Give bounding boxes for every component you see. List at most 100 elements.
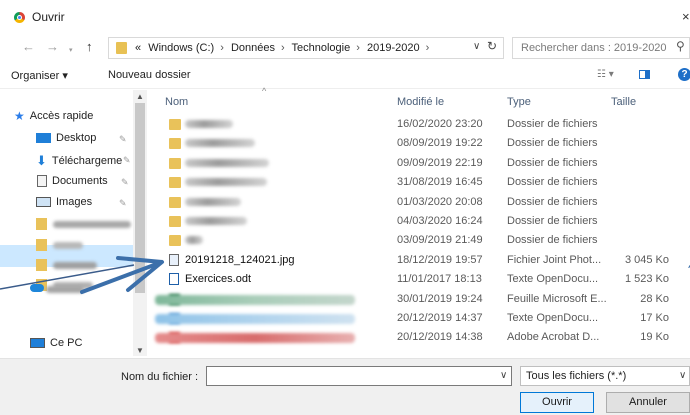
- file-type: Fichier Joint Phot...: [507, 254, 602, 266]
- sidebar-item-downloads[interactable]: ⬇ Téléchargeme: [36, 153, 122, 169]
- column-header-name[interactable]: Nom: [165, 96, 188, 108]
- chevron-right-icon[interactable]: ›: [220, 42, 224, 54]
- address-dropdown-icon[interactable]: ∨: [473, 41, 480, 52]
- file-row[interactable]: 20/12/2019 14:38 Adobe Acrobat D... 19 Ko: [155, 331, 690, 346]
- breadcrumb-item[interactable]: Technologie: [292, 42, 351, 54]
- file-date: 31/08/2019 16:45: [397, 176, 483, 188]
- image-file-icon: [169, 254, 179, 266]
- scroll-down-icon[interactable]: ▼: [136, 346, 144, 355]
- file-name: Exercices.odt: [185, 273, 252, 285]
- title-bar: [0, 0, 690, 32]
- file-type: Texte OpenDocu...: [507, 312, 599, 324]
- chrome-app-icon: [14, 12, 25, 23]
- file-row[interactable]: 04/03/2020 16:24 Dossier de fichiers: [155, 215, 690, 230]
- file-type: Dossier de fichiers: [507, 196, 598, 208]
- window-title: Ouvrir: [32, 10, 65, 24]
- column-header-modified[interactable]: Modifié le: [397, 96, 444, 108]
- column-header-size[interactable]: Taille: [611, 96, 636, 108]
- download-icon: ⬇: [36, 153, 47, 168]
- search-icon[interactable]: ⚲: [676, 39, 685, 53]
- view-options-icon[interactable]: ☷ ▾: [597, 69, 614, 80]
- cancel-button[interactable]: Annuler: [606, 392, 690, 413]
- toolbar: [0, 62, 690, 89]
- file-size: 28 Ko: [640, 293, 669, 305]
- file-date: 16/02/2020 23:20: [397, 118, 483, 130]
- breadcrumb-item[interactable]: Données: [231, 42, 275, 54]
- folder-icon: [116, 42, 127, 54]
- pin-icon[interactable]: ✎: [123, 155, 131, 166]
- breadcrumb: « Windows (C:) › Données › Technologie › 20…: [135, 42, 433, 54]
- new-folder-button[interactable]: Nouveau dossier: [108, 69, 191, 81]
- close-icon[interactable]: ×: [682, 9, 690, 24]
- refresh-icon[interactable]: ↻: [487, 39, 497, 53]
- preview-pane-icon[interactable]: [639, 70, 650, 79]
- folder-icon: [169, 235, 181, 246]
- file-row[interactable]: 08/09/2019 19:22 Dossier de fichiers: [155, 137, 690, 152]
- file-date: 20/12/2019 14:38: [397, 331, 483, 343]
- file-type: Adobe Acrobat D...: [507, 331, 600, 343]
- folder-icon: [169, 158, 181, 169]
- file-type: Dossier de fichiers: [507, 234, 598, 246]
- navigation-pane: ★ Accès rapide Desktop ✎ ⬇ Téléchargeme ✎ …: [0, 88, 147, 358]
- file-date: 11/01/2017 18:13: [397, 273, 482, 285]
- file-row[interactable]: 30/01/2019 19:24 Feuille Microsoft E... 28…: [155, 293, 690, 308]
- breadcrumb-item[interactable]: 2019-2020: [367, 42, 420, 54]
- filename-dropdown-icon[interactable]: ∨: [500, 370, 507, 381]
- up-icon[interactable]: ↑: [86, 39, 93, 54]
- redacted-label: [46, 286, 84, 293]
- desktop-icon: [36, 133, 51, 144]
- file-size: 17 Ko: [640, 312, 669, 324]
- recent-dropdown-icon[interactable]: ▾: [69, 46, 73, 54]
- forward-icon[interactable]: →: [46, 39, 59, 54]
- folder-icon: [169, 177, 181, 188]
- file-type: Dossier de fichiers: [507, 215, 598, 227]
- column-header-type[interactable]: Type: [507, 96, 531, 108]
- sidebar-item-label: Accès rapide: [29, 109, 94, 122]
- help-icon[interactable]: ?: [678, 68, 690, 81]
- pin-icon[interactable]: ✎: [119, 198, 127, 209]
- file-row[interactable]: 16/02/2020 23:20 Dossier de fichiers: [155, 118, 690, 133]
- back-icon[interactable]: ←: [22, 39, 35, 54]
- sidebar-item-label: Documents: [52, 175, 108, 187]
- redacted-file-name: [155, 295, 355, 305]
- breadcrumb-overflow[interactable]: «: [135, 42, 141, 54]
- filename-input[interactable]: [206, 366, 512, 386]
- organise-button[interactable]: Organiser ▾: [11, 69, 68, 82]
- redacted-file-name: [185, 198, 241, 206]
- file-date: 08/09/2019 19:22: [397, 137, 483, 149]
- file-size: 1 523 Ko: [624, 273, 669, 285]
- file-row[interactable]: 03/09/2019 21:49 Dossier de fichiers: [155, 234, 690, 249]
- sidebar-item-documents[interactable]: Documents: [37, 175, 108, 188]
- folder-icon: [36, 259, 47, 271]
- redacted-file-name: [185, 120, 233, 128]
- file-date: 18/12/2019 19:57: [397, 254, 483, 266]
- file-row[interactable]: 20191218_124021.jpg 18/12/2019 19:57 Fichi…: [155, 254, 690, 269]
- onedrive-icon: [30, 284, 44, 292]
- file-type: Dossier de fichiers: [507, 118, 598, 130]
- redacted-label: [53, 221, 131, 228]
- sidebar-item-quick-access[interactable]: ★ Accès rapide: [14, 109, 93, 123]
- open-button[interactable]: Ouvrir: [520, 392, 594, 413]
- chevron-down-icon[interactable]: ∨: [679, 370, 686, 381]
- nav-scrollbar-thumb[interactable]: [135, 103, 145, 293]
- sidebar-item-images[interactable]: Images: [36, 196, 92, 208]
- file-row[interactable]: 31/08/2019 16:45 Dossier de fichiers: [155, 176, 690, 191]
- file-row[interactable]: Exercices.odt 11/01/2017 18:13 Texte OpenD…: [155, 273, 690, 288]
- sidebar-item-desktop[interactable]: Desktop: [36, 132, 96, 144]
- search-placeholder: Rechercher dans : 2019-2020: [521, 42, 667, 54]
- chevron-right-icon[interactable]: ›: [281, 42, 285, 54]
- sidebar-item-this-pc[interactable]: Ce PC: [30, 337, 82, 349]
- chevron-right-icon[interactable]: ›: [426, 42, 430, 54]
- scroll-up-icon[interactable]: ▲: [136, 92, 144, 101]
- folder-icon: [36, 218, 47, 230]
- file-type: Texte OpenDocu...: [507, 273, 599, 285]
- file-name: 20191218_124021.jpg: [185, 254, 295, 266]
- pin-icon[interactable]: ✎: [119, 134, 127, 145]
- breadcrumb-item[interactable]: Windows (C:): [148, 42, 214, 54]
- chevron-right-icon[interactable]: ›: [356, 42, 360, 54]
- pin-icon[interactable]: ✎: [121, 177, 129, 188]
- file-row[interactable]: 09/09/2019 22:19 Dossier de fichiers: [155, 157, 690, 172]
- file-row[interactable]: 20/12/2019 14:37 Texte OpenDocu... 17 Ko: [155, 312, 690, 327]
- file-row[interactable]: 01/03/2020 20:08 Dossier de fichiers: [155, 196, 690, 211]
- redacted-label: [53, 262, 97, 269]
